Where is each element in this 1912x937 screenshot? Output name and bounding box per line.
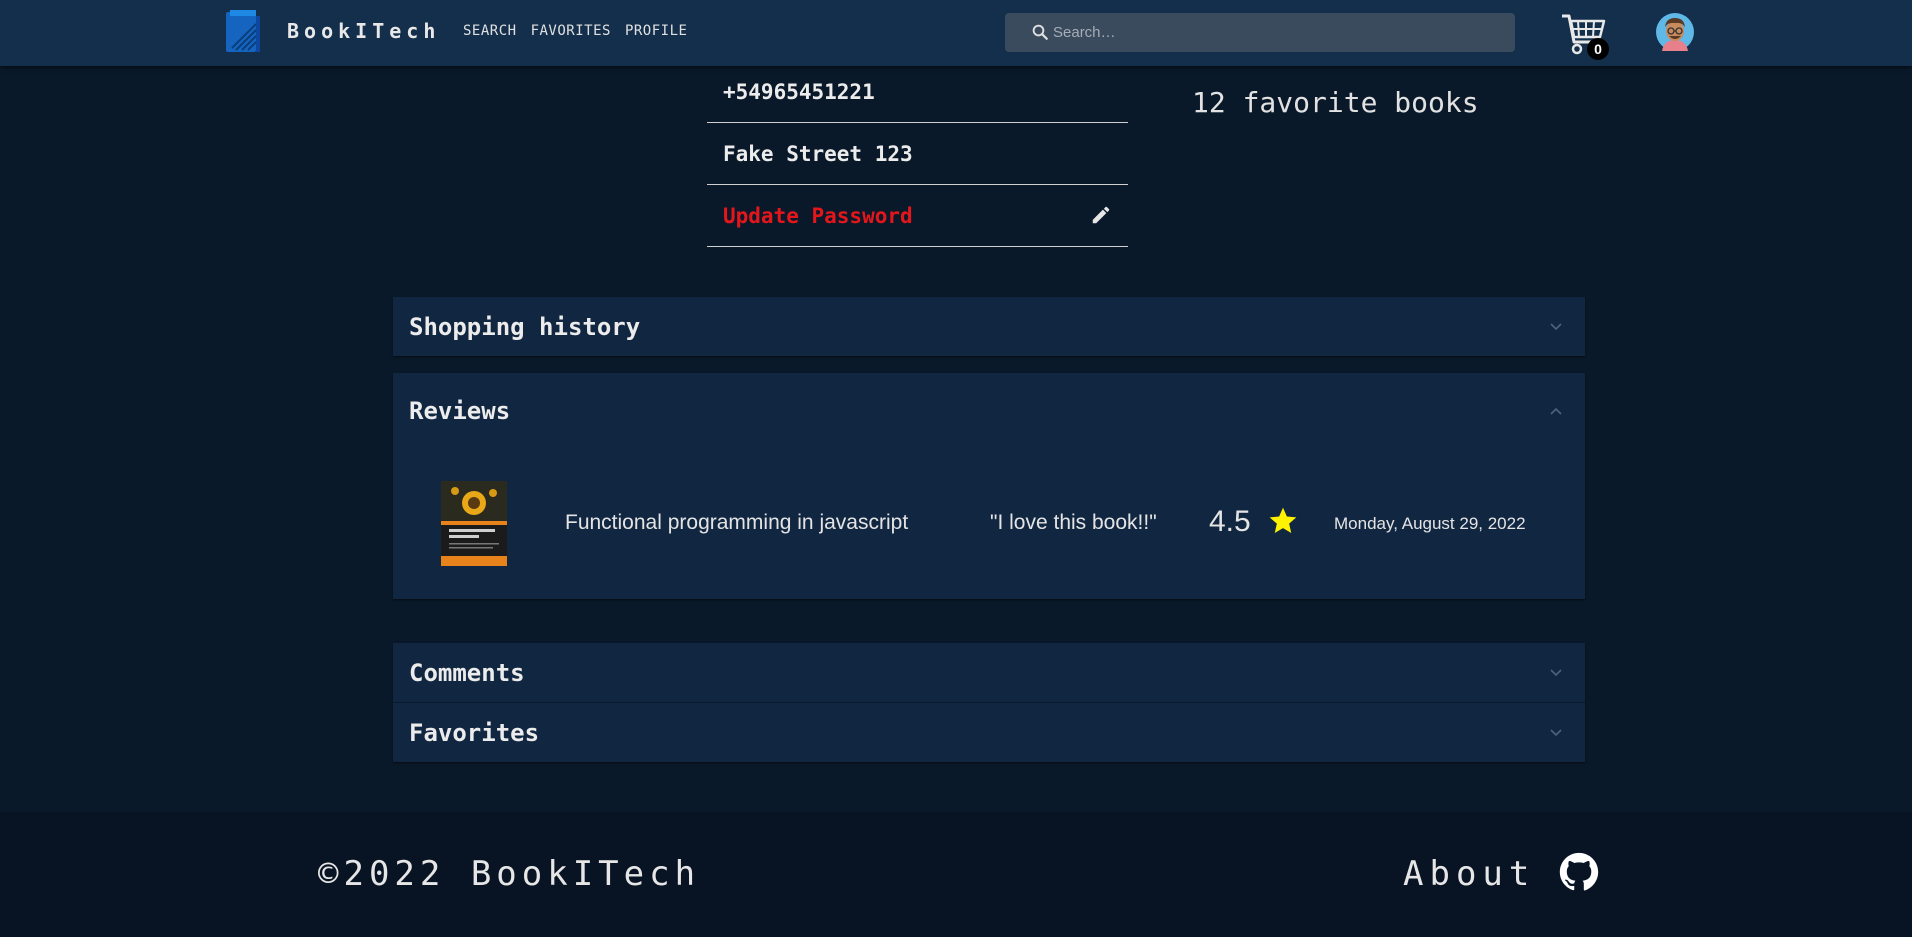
search-icon <box>1032 24 1048 40</box>
favorites-title: Favorites <box>409 718 540 747</box>
pencil-icon[interactable] <box>1090 204 1112 226</box>
favorites-header[interactable]: Favorites <box>393 703 1585 762</box>
review-item: Functional programming in javascript "I … <box>393 449 1585 599</box>
search-box <box>1005 13 1515 52</box>
nav-search[interactable]: SEARCH <box>463 23 517 39</box>
avatar[interactable] <box>1656 13 1694 51</box>
copyright: ©2022 BookITech <box>318 854 701 894</box>
comments-header[interactable]: Comments <box>393 643 1585 702</box>
review-rating: 4.5 <box>1209 505 1251 538</box>
review-book-title[interactable]: Functional programming in javascript <box>565 511 908 535</box>
chevron-up-icon <box>1550 407 1562 415</box>
about-link[interactable]: About <box>1403 854 1535 894</box>
update-password-button[interactable]: Update Password <box>707 185 1128 247</box>
review-text: "I love this book!!" <box>990 511 1157 534</box>
nav-favorites[interactable]: FAVORITES <box>531 23 611 39</box>
comments-title: Comments <box>409 658 525 687</box>
profile-info: +54965451221 Fake Street 123 Update Pass… <box>707 66 1128 247</box>
accordion-shopping-history: Shopping history <box>393 297 1585 356</box>
star-icon <box>1269 507 1297 533</box>
favorites-count: 12 favorite books <box>1192 86 1479 119</box>
nav-profile[interactable]: PROFILE <box>625 23 688 39</box>
search-input[interactable] <box>1053 13 1503 52</box>
nav-links: SEARCH FAVORITES PROFILE <box>463 23 687 39</box>
cart-badge: 0 <box>1587 38 1609 60</box>
brand-name[interactable]: BookITech <box>287 19 440 43</box>
shopping-history-header[interactable]: Shopping history <box>393 297 1585 356</box>
navbar: BookITech SEARCH FAVORITES PROFILE <box>0 0 1912 66</box>
book-cover-image[interactable] <box>441 481 507 566</box>
chevron-down-icon <box>1550 729 1562 737</box>
review-date: Monday, August 29, 2022 <box>1334 514 1526 533</box>
reviews-title: Reviews <box>409 397 511 425</box>
logo-icon[interactable] <box>224 10 262 54</box>
update-password-label: Update Password <box>723 203 913 228</box>
accordion-reviews: Reviews Functional programming in javasc… <box>393 373 1585 599</box>
reviews-header[interactable]: Reviews <box>393 373 1585 449</box>
github-icon[interactable] <box>1559 852 1599 892</box>
accordion-comments: Comments Favorites <box>393 643 1585 762</box>
chevron-down-icon <box>1550 669 1562 677</box>
phone-field: +54965451221 <box>707 66 1128 123</box>
address-field: Fake Street 123 <box>707 123 1128 185</box>
shopping-history-title: Shopping history <box>409 312 641 341</box>
chevron-down-icon <box>1550 323 1562 331</box>
footer: ©2022 BookITech About <box>0 812 1912 937</box>
